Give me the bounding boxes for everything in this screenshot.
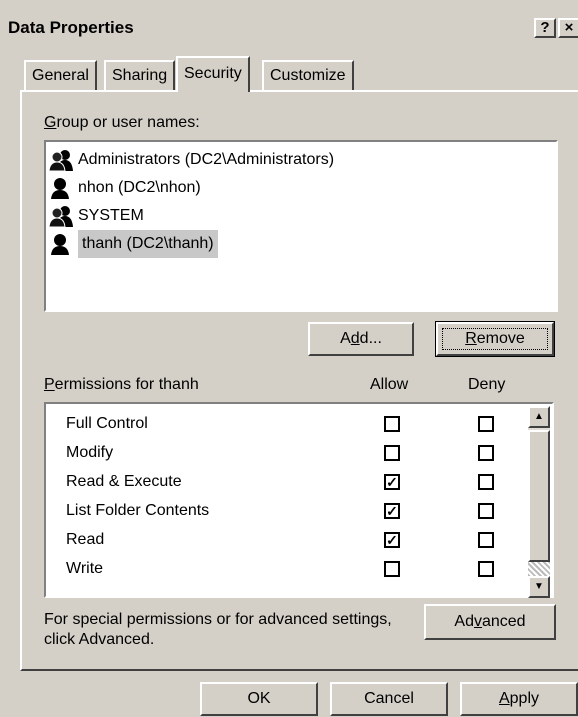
special-permissions-text: For special permissions or for advanced …	[44, 611, 392, 648]
list-item[interactable]: Administrators (DC2\Administrators)	[48, 146, 554, 174]
security-tab-panel: Group or user names: Administrators (DC2…	[20, 90, 578, 671]
scroll-thumb[interactable]	[528, 430, 550, 562]
deny-modify-checkbox[interactable]	[478, 445, 494, 461]
permission-name: List Folder Contents	[66, 502, 210, 519]
allow-modify-checkbox[interactable]	[384, 445, 400, 461]
user-list[interactable]: Administrators (DC2\Administrators) nhon…	[44, 140, 558, 312]
ok-button[interactable]: OK	[200, 682, 318, 716]
allow-header: Allow	[370, 376, 409, 393]
add-button[interactable]: Add...	[308, 322, 414, 356]
list-item[interactable]: SYSTEM	[48, 202, 554, 230]
permission-name: Modify	[66, 444, 114, 461]
deny-read-checkbox[interactable]	[478, 532, 494, 548]
apply-button[interactable]: Apply	[460, 682, 578, 716]
list-item[interactable]: thanh (DC2\thanh)	[48, 230, 554, 258]
group-user-icon	[48, 150, 73, 172]
allow-read-checkbox[interactable]: ✓	[384, 532, 400, 548]
tab-sharing[interactable]: Sharing	[104, 60, 176, 90]
permissions-list[interactable]: Full Control Modify Read & Execute ✓ Lis…	[44, 402, 554, 598]
deny-header: Deny	[468, 376, 506, 393]
allow-read-execute-checkbox[interactable]: ✓	[384, 474, 400, 490]
table-row: Modify	[66, 439, 546, 467]
user-icon	[51, 234, 69, 255]
table-row: Read & Execute ✓	[66, 468, 546, 496]
scroll-down-arrow-icon[interactable]: ▼	[528, 576, 550, 598]
tab-general[interactable]: General	[24, 60, 97, 90]
tab-customize[interactable]: Customize	[262, 60, 354, 90]
permission-name: Full Control	[66, 415, 148, 432]
title-bar: Data Properties ? ×	[0, 12, 578, 46]
window-title: Data Properties	[8, 18, 134, 37]
deny-read-execute-checkbox[interactable]	[478, 474, 494, 490]
scroll-up-arrow-icon[interactable]: ▲	[528, 406, 550, 428]
remove-button[interactable]: Remove	[435, 321, 555, 357]
allow-write-checkbox[interactable]	[384, 561, 400, 577]
list-item[interactable]: nhon (DC2\nhon)	[48, 174, 554, 202]
user-icon	[51, 178, 69, 199]
table-row: List Folder Contents ✓	[66, 497, 546, 525]
group-or-user-names-label: Group or user names:	[44, 114, 200, 131]
permission-name: Read & Execute	[66, 473, 182, 490]
group-user-icon	[48, 206, 73, 228]
deny-full-control-checkbox[interactable]	[478, 416, 494, 432]
cancel-button[interactable]: Cancel	[330, 682, 448, 716]
deny-list-folder-checkbox[interactable]	[478, 503, 494, 519]
close-button[interactable]: ×	[558, 18, 578, 38]
allow-full-control-checkbox[interactable]	[384, 416, 400, 432]
table-row: Full Control	[66, 410, 546, 438]
scroll-track[interactable]	[528, 562, 550, 576]
table-row: Read ✓	[66, 526, 546, 554]
deny-write-checkbox[interactable]	[478, 561, 494, 577]
help-button[interactable]: ?	[534, 18, 556, 38]
tab-security[interactable]: Security	[176, 56, 250, 92]
permission-name: Read	[66, 531, 105, 548]
table-row: Write	[66, 555, 546, 583]
permission-name: Write	[66, 560, 104, 577]
allow-list-folder-checkbox[interactable]: ✓	[384, 503, 400, 519]
permissions-scrollbar[interactable]: ▲ ▼	[528, 406, 550, 598]
permissions-label: Permissions for thanh	[44, 376, 199, 393]
advanced-button[interactable]: Advanced	[424, 604, 556, 640]
